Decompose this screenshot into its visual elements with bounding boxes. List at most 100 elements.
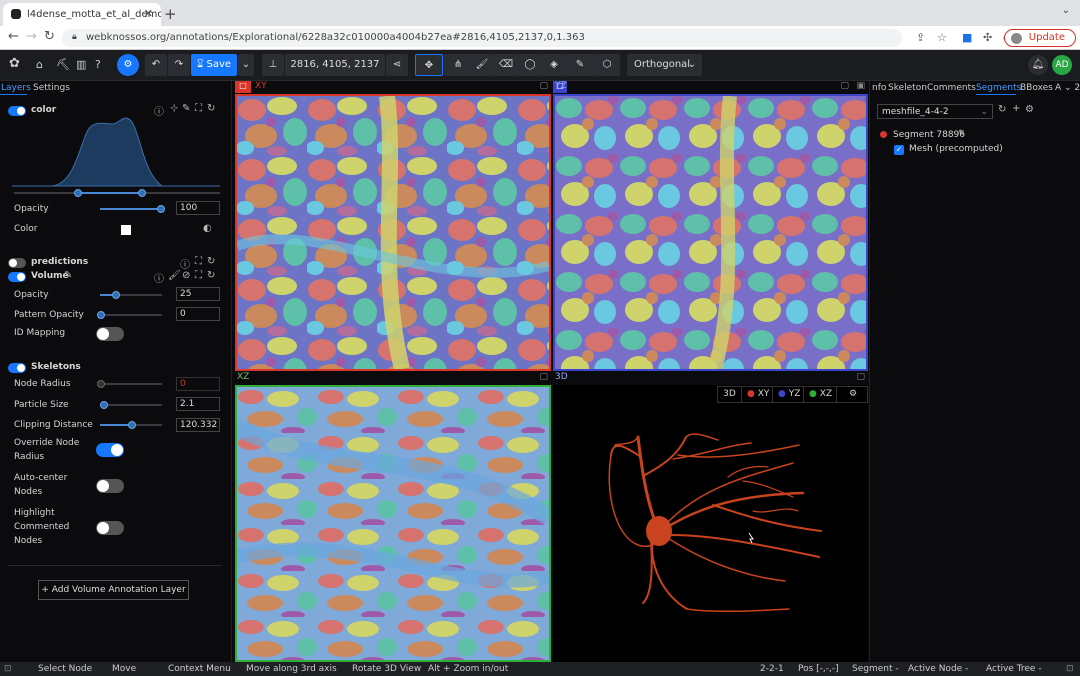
viewport-3d[interactable]: 3D ● XY ● YZ ● XZ ⚙ <box>553 385 868 662</box>
tab-bboxes[interactable]: BBoxes <box>1020 83 1053 93</box>
maximize-icon[interactable]: ▢ <box>539 81 548 91</box>
color-opacity-slider[interactable] <box>100 205 165 213</box>
highlight-commented-toggle[interactable] <box>96 521 124 535</box>
add-volume-layer-button[interactable]: + Add Volume Annotation Layer <box>38 580 189 600</box>
override-node-radius-toggle[interactable] <box>96 443 124 457</box>
mesh-file-select[interactable]: meshfile_4-4-2 ⌄ <box>877 104 993 119</box>
slider-knob[interactable] <box>112 291 120 299</box>
reload-icon[interactable]: ↻ <box>44 29 55 44</box>
lasso-tool-button[interactable]: ◯ <box>518 54 542 76</box>
reload-icon[interactable]: ↻ <box>207 103 215 114</box>
btn-3d-view[interactable]: 3D <box>718 387 742 402</box>
add-icon[interactable]: + <box>1012 103 1020 114</box>
eraser-tool-button[interactable]: ⌫ <box>494 54 518 76</box>
slider-knob[interactable] <box>97 311 105 319</box>
more-tabs-icon[interactable]: ⌄ 2 <box>1064 83 1080 93</box>
volume-toggle[interactable] <box>8 272 26 282</box>
fit-bounds-icon[interactable]: ⛶ <box>195 103 202 114</box>
histogram-range-slider[interactable] <box>14 189 220 197</box>
btn-yz-plane[interactable]: ● YZ <box>774 387 804 402</box>
slider-knob[interactable] <box>157 205 165 213</box>
viewport-xy[interactable] <box>235 94 551 371</box>
color-swatch[interactable] <box>121 225 131 235</box>
position-input[interactable]: 2816, 4105, 2137 <box>285 54 385 76</box>
help-icon[interactable]: ? <box>95 58 101 71</box>
clipping-distance-input[interactable]: 120.332 <box>176 418 220 432</box>
disable-icon[interactable]: ⊘ <box>182 270 190 281</box>
skeletons-toggle[interactable] <box>8 363 26 373</box>
settings-gear-button[interactable]: ⚙ <box>117 54 139 76</box>
tab-list-icon[interactable]: ⌄ <box>1062 5 1070 16</box>
histogram-chart[interactable] <box>12 114 220 194</box>
share-position-button[interactable]: ⋖ <box>386 54 408 76</box>
info-icon[interactable]: ⓘ <box>180 256 190 271</box>
edit-icon[interactable]: ✎ <box>182 103 190 114</box>
maximize-icon[interactable]: ▢ <box>539 372 548 382</box>
node-radius-slider[interactable] <box>97 380 162 388</box>
share-icon[interactable]: ⇪ <box>916 31 925 44</box>
invert-color-icon[interactable]: ◐ <box>203 223 212 234</box>
tab-segments[interactable]: Segments <box>976 83 1021 93</box>
btn-xz-plane[interactable]: ● XZ <box>805 387 837 402</box>
mesh-checkbox[interactable]: ✓ <box>894 145 904 155</box>
move-tool-button[interactable]: ✥ <box>415 54 443 76</box>
info-icon[interactable]: ⓘ <box>154 270 164 285</box>
particle-size-input[interactable]: 2.1 <box>176 397 220 411</box>
viewport-yz[interactable] <box>553 94 868 371</box>
back-icon[interactable]: ← <box>8 29 19 44</box>
brush-tool-button[interactable]: 🖌︎ <box>470 54 494 76</box>
collapse-right-icon[interactable]: ⊡ <box>1066 664 1074 674</box>
reload-icon[interactable]: ↻ <box>207 256 215 267</box>
range-knob-left[interactable] <box>74 189 82 197</box>
pattern-opacity-slider[interactable] <box>97 311 162 319</box>
clipping-distance-slider[interactable] <box>100 421 162 429</box>
slider-knob[interactable] <box>100 401 108 409</box>
range-knob-right[interactable] <box>138 189 146 197</box>
star-icon[interactable]: ☆ <box>937 31 947 44</box>
reload-icon[interactable]: ↻ <box>207 270 215 281</box>
pattern-opacity-input[interactable]: 0 <box>176 307 220 321</box>
pin-position-button[interactable]: ⊥ <box>262 54 284 76</box>
puzzle-icon[interactable]: ✣ <box>983 31 992 44</box>
webknossos-logo-icon[interactable]: ✿ <box>9 56 20 71</box>
auto-center-toggle[interactable] <box>96 479 124 493</box>
btn-xy-plane[interactable]: ● XY <box>743 387 773 402</box>
tab-layers[interactable]: Layers <box>1 83 31 93</box>
slider-knob[interactable] <box>97 380 105 388</box>
3d-settings-gear-icon[interactable]: ⚙ <box>838 387 868 402</box>
viewport-xz[interactable] <box>235 385 551 662</box>
fit-bounds-icon[interactable]: ⛶ <box>195 270 202 281</box>
tasks-icon[interactable]: ⛏ <box>56 58 70 71</box>
maximize-icon[interactable]: ▢ <box>840 81 849 91</box>
home-icon[interactable]: ⌂ <box>36 58 43 71</box>
predictions-toggle[interactable] <box>8 258 26 268</box>
view-mode-select[interactable]: Orthogonal ⌄ <box>627 54 702 76</box>
user-avatar[interactable]: AD <box>1052 55 1072 75</box>
brush-icon[interactable]: 🖌︎ <box>168 270 181 281</box>
id-mapping-toggle[interactable] <box>96 327 124 341</box>
collapse-left-icon[interactable]: ⊡ <box>4 664 12 674</box>
expand-panel-icon[interactable]: ▣ <box>856 81 865 91</box>
tab-comments[interactable]: Comments <box>927 83 976 93</box>
picker-tool-button[interactable]: ✎ <box>566 54 594 76</box>
node-radius-input[interactable]: 0 <box>176 377 220 391</box>
close-tab-icon[interactable]: ✕ <box>144 7 153 20</box>
extension-icon[interactable]: ■ <box>962 31 972 44</box>
save-button[interactable]: ⌛︎ Save <box>191 54 237 76</box>
new-tab-icon[interactable]: + <box>164 5 177 23</box>
url-field[interactable]: 🔒︎ webknossos.org/annotations/Exploratio… <box>62 29 902 47</box>
tab-settings[interactable]: Settings <box>33 83 70 93</box>
crosshair-icon[interactable]: ⊹ <box>170 103 178 114</box>
statistics-icon[interactable]: ▥ <box>76 58 86 71</box>
bounding-box-tool-button[interactable]: ⬡ <box>594 54 620 76</box>
settings-icon[interactable]: ⚙ <box>1025 104 1034 115</box>
fill-tool-button[interactable]: ◈ <box>542 54 566 76</box>
segment-name[interactable]: Segment 78896 <box>893 130 965 140</box>
undo-button[interactable]: ↶ <box>145 54 167 76</box>
refresh-icon[interactable]: ↻ <box>998 104 1006 115</box>
fit-bounds-icon[interactable]: ⛶ <box>195 256 202 267</box>
skeleton-tool-button[interactable]: ⋔ <box>444 54 472 76</box>
color-opacity-input[interactable]: 100 <box>176 201 220 215</box>
update-button[interactable]: Update <box>1003 29 1076 47</box>
volume-opacity-input[interactable]: 25 <box>176 287 220 301</box>
